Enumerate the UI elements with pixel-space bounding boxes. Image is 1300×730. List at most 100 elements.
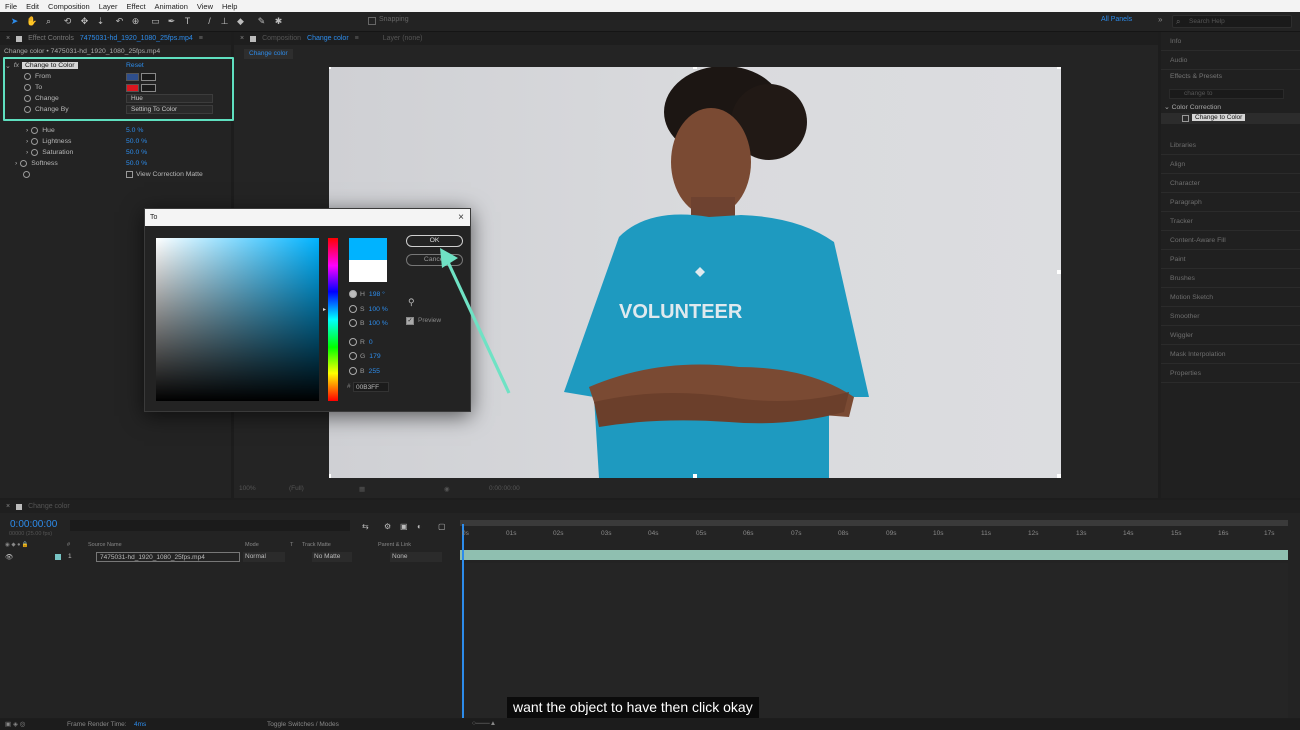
s-radio[interactable]	[349, 305, 357, 313]
rect-tool-icon[interactable]: ▭	[150, 16, 161, 27]
selection-tool-icon[interactable]: ➤	[9, 16, 20, 27]
viewer-timecode[interactable]: 0:00:00:00	[489, 485, 520, 492]
composition-tab[interactable]: Composition	[262, 35, 301, 42]
graph-editor-icon[interactable]: ▢	[438, 522, 446, 531]
eyedropper-icon[interactable]: ⚲	[408, 297, 415, 308]
hand-tool-icon[interactable]: ✋	[26, 16, 37, 27]
tracker-panel-tab[interactable]: Tracker	[1161, 212, 1300, 231]
mode-dropdown[interactable]: Normal	[243, 552, 285, 562]
softness-value[interactable]: 50.0 %	[126, 160, 147, 167]
workspace-all-panels[interactable]: All Panels	[1101, 16, 1132, 23]
dolly-tool-icon[interactable]: ⇣	[95, 16, 106, 27]
layer-tab[interactable]: Layer (none)	[383, 35, 423, 42]
mask-interpolation-panel-tab[interactable]: Mask Interpolation	[1161, 345, 1300, 364]
stopwatch-icon[interactable]	[20, 160, 28, 167]
clone-tool-icon[interactable]: ⊥	[219, 16, 230, 27]
h-radio[interactable]	[349, 290, 357, 298]
composition-subtab[interactable]: Change color	[244, 49, 293, 59]
transform-handle[interactable]	[693, 474, 697, 478]
timeline-tab[interactable]: Change color	[28, 503, 70, 510]
workspace-more-icon[interactable]: »	[1158, 15, 1162, 24]
col-track-matte[interactable]: Track Matte	[302, 542, 331, 548]
b-value[interactable]: 100 %	[369, 320, 388, 327]
hue-value[interactable]: 5.0 %	[126, 127, 143, 134]
align-panel-tab[interactable]: Align	[1161, 155, 1300, 174]
stopwatch-icon[interactable]	[31, 127, 39, 134]
type-tool-icon[interactable]: T	[182, 16, 193, 27]
brush-tool-icon[interactable]: /	[204, 16, 215, 27]
work-area-bar[interactable]	[460, 520, 1288, 526]
effect-list-row[interactable]: Change to Color	[1161, 113, 1300, 124]
draft3d-icon[interactable]: ⚙	[384, 522, 391, 531]
blue-radio[interactable]	[349, 367, 357, 375]
zoom-level-dropdown[interactable]: 100%	[239, 485, 256, 492]
anchor-tool-icon[interactable]: ⊕	[130, 16, 141, 27]
col-parent[interactable]: Parent & Link	[378, 542, 411, 548]
effect-controls-file-tab[interactable]: 7475031-hd_1920_1080_25fps.mp4	[80, 35, 193, 42]
layer-row[interactable]: 👁 1 7475031-hd_1920_1080_25fps.mp4 Norma…	[0, 552, 460, 563]
effect-controls-tab[interactable]: Effect Controls	[28, 35, 74, 42]
info-panel-tab[interactable]: Info	[1161, 32, 1300, 51]
properties-panel-tab[interactable]: Properties	[1161, 364, 1300, 383]
twirl-icon[interactable]: ›	[26, 149, 28, 156]
zoom-slider[interactable]: ○───▲	[472, 720, 496, 727]
twirl-icon[interactable]: ›	[26, 138, 28, 145]
b-radio[interactable]	[349, 319, 357, 327]
preview-checkbox[interactable]: ✓	[406, 317, 414, 325]
col-t[interactable]: T	[290, 542, 293, 548]
wiggler-panel-tab[interactable]: Wiggler	[1161, 326, 1300, 345]
playhead[interactable]	[462, 524, 464, 718]
zoom-tool-icon[interactable]: ⌕	[43, 16, 54, 27]
hex-input[interactable]: 00B3FF	[353, 382, 389, 392]
content-aware-fill-panel-tab[interactable]: Content-Aware Fill	[1161, 231, 1300, 250]
panel-menu-icon[interactable]: ≡	[355, 35, 359, 42]
pen-tool-icon[interactable]: ✒	[166, 16, 177, 27]
menu-file[interactable]: File	[5, 2, 17, 11]
r-radio[interactable]	[349, 338, 357, 346]
toggle-switches-button[interactable]: Toggle Switches / Modes	[267, 721, 339, 728]
rotate-tool-icon[interactable]: ↶	[114, 16, 125, 27]
lightness-value[interactable]: 50.0 %	[126, 138, 147, 145]
snapshot-icon[interactable]: ◉	[444, 485, 450, 493]
hue-slider[interactable]	[328, 238, 338, 401]
transform-handle[interactable]	[693, 67, 697, 69]
close-icon[interactable]: ×	[6, 503, 10, 510]
effects-search-input[interactable]: change to	[1169, 89, 1284, 99]
panel-menu-icon[interactable]: ≡	[199, 35, 203, 42]
matte-checkbox[interactable]	[126, 171, 133, 178]
brushes-panel-tab[interactable]: Brushes	[1161, 269, 1300, 288]
transform-handle[interactable]	[329, 474, 331, 478]
g-value[interactable]: 179	[369, 353, 380, 360]
paragraph-panel-tab[interactable]: Paragraph	[1161, 193, 1300, 212]
parent-dropdown[interactable]: None	[390, 552, 442, 562]
menu-animation[interactable]: Animation	[155, 2, 188, 11]
eye-icon[interactable]: 👁	[5, 553, 13, 561]
render-icons[interactable]: ▣ ◈ ◎	[5, 720, 25, 728]
g-radio[interactable]	[349, 352, 357, 360]
menu-layer[interactable]: Layer	[99, 2, 118, 11]
motion-sketch-panel-tab[interactable]: Motion Sketch	[1161, 288, 1300, 307]
composition-name-tab[interactable]: Change color	[307, 35, 349, 42]
pan-tool-icon[interactable]: ✥	[79, 16, 90, 27]
eraser-tool-icon[interactable]: ◆	[235, 16, 246, 27]
paint-panel-tab[interactable]: Paint	[1161, 250, 1300, 269]
timeline-timecode[interactable]: 0:00:00:00	[10, 519, 57, 530]
audio-panel-tab[interactable]: Audio	[1161, 51, 1300, 70]
close-icon[interactable]: ×	[458, 209, 464, 226]
help-search-box[interactable]: ⌕ Search Help	[1172, 15, 1292, 28]
stopwatch-icon[interactable]	[31, 149, 39, 156]
close-icon[interactable]: ×	[240, 35, 244, 42]
transform-handle[interactable]	[329, 67, 331, 69]
h-value[interactable]: 198 °	[369, 291, 385, 298]
roto-tool-icon[interactable]: ✎	[256, 16, 267, 27]
snapping-checkbox[interactable]	[368, 17, 376, 25]
orbit-tool-icon[interactable]: ⟲	[62, 16, 73, 27]
motion-blur-icon[interactable]: ◐	[417, 522, 422, 531]
menu-edit[interactable]: Edit	[26, 2, 39, 11]
menu-help[interactable]: Help	[222, 2, 237, 11]
libraries-panel-tab[interactable]: Libraries	[1161, 136, 1300, 155]
stopwatch-icon[interactable]	[23, 171, 30, 178]
layer-duration-bar[interactable]	[460, 550, 1288, 560]
hue-slider-marker-icon[interactable]: ▸	[323, 306, 326, 313]
stopwatch-icon[interactable]	[31, 138, 39, 145]
